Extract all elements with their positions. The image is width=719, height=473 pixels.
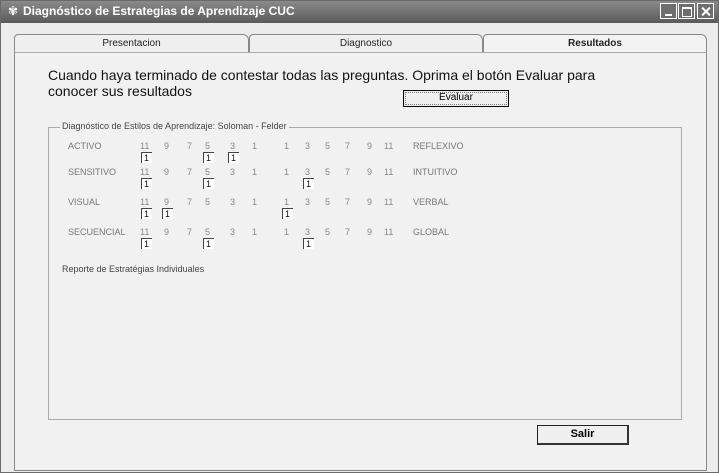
- scale-number: 3: [305, 197, 311, 207]
- scale-number: 7: [345, 227, 351, 237]
- tab-diagnostico[interactable]: Diagnostico: [249, 34, 483, 52]
- scale-number: 11: [384, 227, 394, 237]
- scale-number: 5: [205, 141, 211, 151]
- score-field[interactable]: 1: [303, 178, 314, 189]
- scale-number: 3: [230, 227, 236, 237]
- tab-presentacion[interactable]: Presentacion: [14, 34, 249, 52]
- scale-number: 7: [187, 197, 193, 207]
- scale-number: 3: [230, 141, 236, 151]
- score-field[interactable]: 1: [141, 238, 152, 249]
- score-field[interactable]: 1: [203, 178, 214, 189]
- score-field[interactable]: 1: [203, 238, 214, 249]
- scale-number: 1: [284, 227, 290, 237]
- scale-number: 3: [230, 167, 236, 177]
- title-bar[interactable]: ✾ Diagnóstico de Estrategias de Aprendiz…: [1, 1, 718, 23]
- tab-bar: Presentacion Diagnostico Resultados: [14, 34, 707, 54]
- minimize-icon[interactable]: [660, 3, 677, 19]
- row-left-label: SENSITIVO: [68, 167, 117, 177]
- report-label: Reporte de Estratégias Individuales: [62, 264, 205, 274]
- scale-number: 1: [252, 141, 258, 151]
- scale-number: 5: [325, 197, 331, 207]
- scale-number: 1: [252, 227, 258, 237]
- globe-icon: ✾: [7, 4, 19, 18]
- row-right-label: INTUITIVO: [413, 167, 458, 177]
- scale-number: 3: [230, 197, 236, 207]
- scale-number: 5: [205, 197, 211, 207]
- score-field[interactable]: 1: [141, 178, 152, 189]
- exit-button[interactable]: Salir: [537, 425, 629, 445]
- scale-number: 3: [305, 167, 311, 177]
- score-field[interactable]: 1: [303, 238, 314, 249]
- scale-number: 11: [140, 167, 150, 177]
- scale-number: 9: [164, 141, 170, 151]
- scale-number: 11: [384, 197, 394, 207]
- scale-number: 7: [345, 167, 351, 177]
- scale-number: 9: [367, 227, 373, 237]
- row-left-label: ACTIVO: [68, 141, 102, 151]
- score-field[interactable]: 1: [162, 208, 173, 219]
- score-field[interactable]: 1: [141, 208, 152, 219]
- scale-number: 9: [164, 197, 170, 207]
- scale-number: 1: [284, 197, 290, 207]
- row-left-label: VISUAL: [68, 197, 101, 207]
- scale-number: 7: [187, 167, 193, 177]
- scale-number: 11: [384, 167, 394, 177]
- scale-number: 5: [205, 227, 211, 237]
- row-right-label: GLOBAL: [413, 227, 450, 237]
- scale-number: 1: [284, 141, 290, 151]
- score-field[interactable]: 1: [203, 152, 214, 163]
- instructions-text: Cuando haya terminado de contestar todas…: [48, 67, 596, 99]
- row-left-label: SECUENCIAL: [68, 227, 126, 237]
- scale-number: 3: [305, 227, 311, 237]
- score-field[interactable]: 1: [282, 208, 293, 219]
- scale-number: 7: [345, 141, 351, 151]
- window-title: Diagnóstico de Estrategias de Aprendizaj…: [23, 4, 295, 18]
- scale-number: 7: [187, 227, 193, 237]
- scale-number: 9: [367, 141, 373, 151]
- scale-number: 3: [305, 141, 311, 151]
- scale-number: 5: [325, 227, 331, 237]
- score-field[interactable]: 1: [228, 152, 239, 163]
- scale-number: 9: [367, 167, 373, 177]
- scale-number: 5: [325, 141, 331, 151]
- scale-number: 5: [325, 167, 331, 177]
- scale-number: 9: [164, 227, 170, 237]
- scale-number: 7: [187, 141, 193, 151]
- scale-number: 1: [252, 197, 258, 207]
- evaluate-button[interactable]: Evaluar: [403, 90, 509, 107]
- scale-number: 1: [252, 167, 258, 177]
- scale-number: 11: [140, 141, 150, 151]
- scale-number: 11: [140, 227, 150, 237]
- scale-number: 7: [345, 197, 351, 207]
- score-field[interactable]: 1: [141, 152, 152, 163]
- tab-resultados[interactable]: Resultados: [483, 34, 707, 54]
- scale-number: 9: [164, 167, 170, 177]
- scale-number: 5: [205, 167, 211, 177]
- scale-number: 11: [140, 197, 150, 207]
- scale-number: 1: [284, 167, 290, 177]
- row-right-label: REFLEXIVO: [413, 141, 464, 151]
- scale-number: 9: [367, 197, 373, 207]
- maximize-icon[interactable]: [678, 3, 695, 19]
- close-icon[interactable]: [697, 3, 714, 19]
- group-title: Diagnóstico de Estilos de Aprendizaje: S…: [60, 121, 289, 131]
- scale-number: 11: [384, 141, 394, 151]
- row-right-label: VERBAL: [413, 197, 449, 207]
